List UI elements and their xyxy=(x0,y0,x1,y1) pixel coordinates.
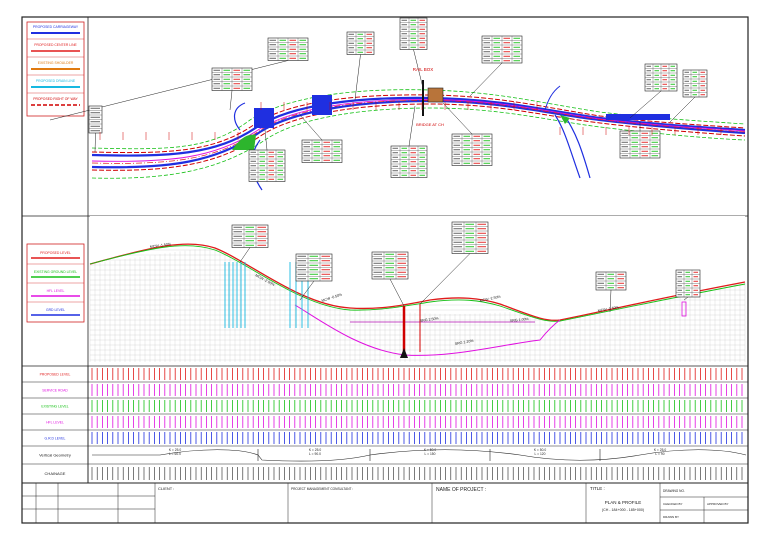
plan-table-6 xyxy=(644,63,678,92)
profile-table-1 xyxy=(231,224,269,248)
drawing-title: PLAN & PROFILE xyxy=(605,500,642,505)
bridge-label: BRIDGE AT CH xyxy=(416,122,444,127)
culvert-box-1 xyxy=(254,108,274,128)
plan-legend-label: PROPOSED RIGHT OF WAY xyxy=(33,97,78,101)
plan-table-8 xyxy=(88,105,103,134)
plan-table-9 xyxy=(301,139,343,163)
band-row-label: EXISTING LEVEL xyxy=(41,405,68,409)
plan-legend-label: PROPOSED DRAIN LINE xyxy=(36,79,76,83)
profile-legend-label: GRD LEVEL xyxy=(46,308,65,312)
band-row-label: HFL LEVEL xyxy=(46,421,64,425)
plan-table-2 xyxy=(211,67,253,91)
drain-structure xyxy=(606,114,670,120)
rail-box-label: RAIL BOX xyxy=(413,67,434,72)
profile-legend-label: HFL LEVEL xyxy=(47,289,65,293)
client-label: CLIENT : xyxy=(158,486,174,491)
plan-table-4 xyxy=(399,17,428,50)
plan-table-5 xyxy=(481,35,523,64)
profile-legend: PROPOSED LEVEL EXISTING GROUND LEVEL HFL L… xyxy=(26,243,85,323)
band-row-label: SERVICE ROAD xyxy=(42,389,68,393)
consultant-label: PROJECT MANAGEMENT CONSULTANT : xyxy=(291,487,353,491)
title-label: TITLE : xyxy=(590,486,605,491)
band-row-label: G.R.D LEVEL xyxy=(45,437,66,441)
profile-table-2 xyxy=(295,253,333,282)
band-row-label: CHAINAGE xyxy=(45,471,66,476)
drawn-by-label: DRAWN BY xyxy=(663,515,679,519)
plan-legend-label: PROPOSED CENTER LINE xyxy=(34,43,77,47)
vertical-curve-label: L = 90 xyxy=(655,452,664,456)
profile-table-4 xyxy=(451,221,489,254)
bridge-structure xyxy=(427,87,444,103)
drawing-subtitle: (CH - 184+000 - 185+000) xyxy=(602,508,644,512)
vertical-curve-label: L = 90.0 xyxy=(309,452,321,456)
profile-table-3 xyxy=(371,251,409,280)
plan-table-3 xyxy=(346,31,375,55)
plan-table-12 xyxy=(451,133,493,166)
vertical-curve-label: L = 60.0 xyxy=(169,452,181,456)
profile-table-6 xyxy=(675,269,701,298)
plan-table-1 xyxy=(267,37,309,61)
plan-legend-label: EXISTING SHOULDER xyxy=(38,61,74,65)
plan-table-11 xyxy=(390,145,428,178)
band-row-label: Vertical Geometry xyxy=(39,453,71,458)
project-name-label: NAME OF PROJECT : xyxy=(436,487,486,493)
vertical-curve-label: L = 150 xyxy=(425,452,436,456)
plan-table-13 xyxy=(619,130,661,159)
profile-table-5 xyxy=(595,271,627,291)
band-row-label: PROPOSED LEVEL xyxy=(40,373,71,377)
vertical-curve-label: L = 120 xyxy=(535,452,546,456)
approved-by-label: APPROVED BY xyxy=(707,502,729,506)
plan-legend: PROPOSED CARRIAGEWAY PROPOSED CENTER LINE… xyxy=(26,21,85,117)
drawing-sheet: PROPOSED CARRIAGEWAY PROPOSED CENTER LINE… xyxy=(21,16,749,524)
checked-by-label: CHECKED BY xyxy=(663,502,683,506)
plan-legend-label: PROPOSED CARRIAGEWAY xyxy=(33,25,79,29)
profile-legend-label: EXISTING GROUND LEVEL xyxy=(34,270,77,274)
profile-legend-label: PROPOSED LEVEL xyxy=(40,251,71,255)
culvert-box-2 xyxy=(312,95,332,115)
drawing-no-label: DRAWING NO. xyxy=(663,489,685,493)
plan-table-10 xyxy=(248,149,286,182)
plan-table-7 xyxy=(682,69,708,98)
